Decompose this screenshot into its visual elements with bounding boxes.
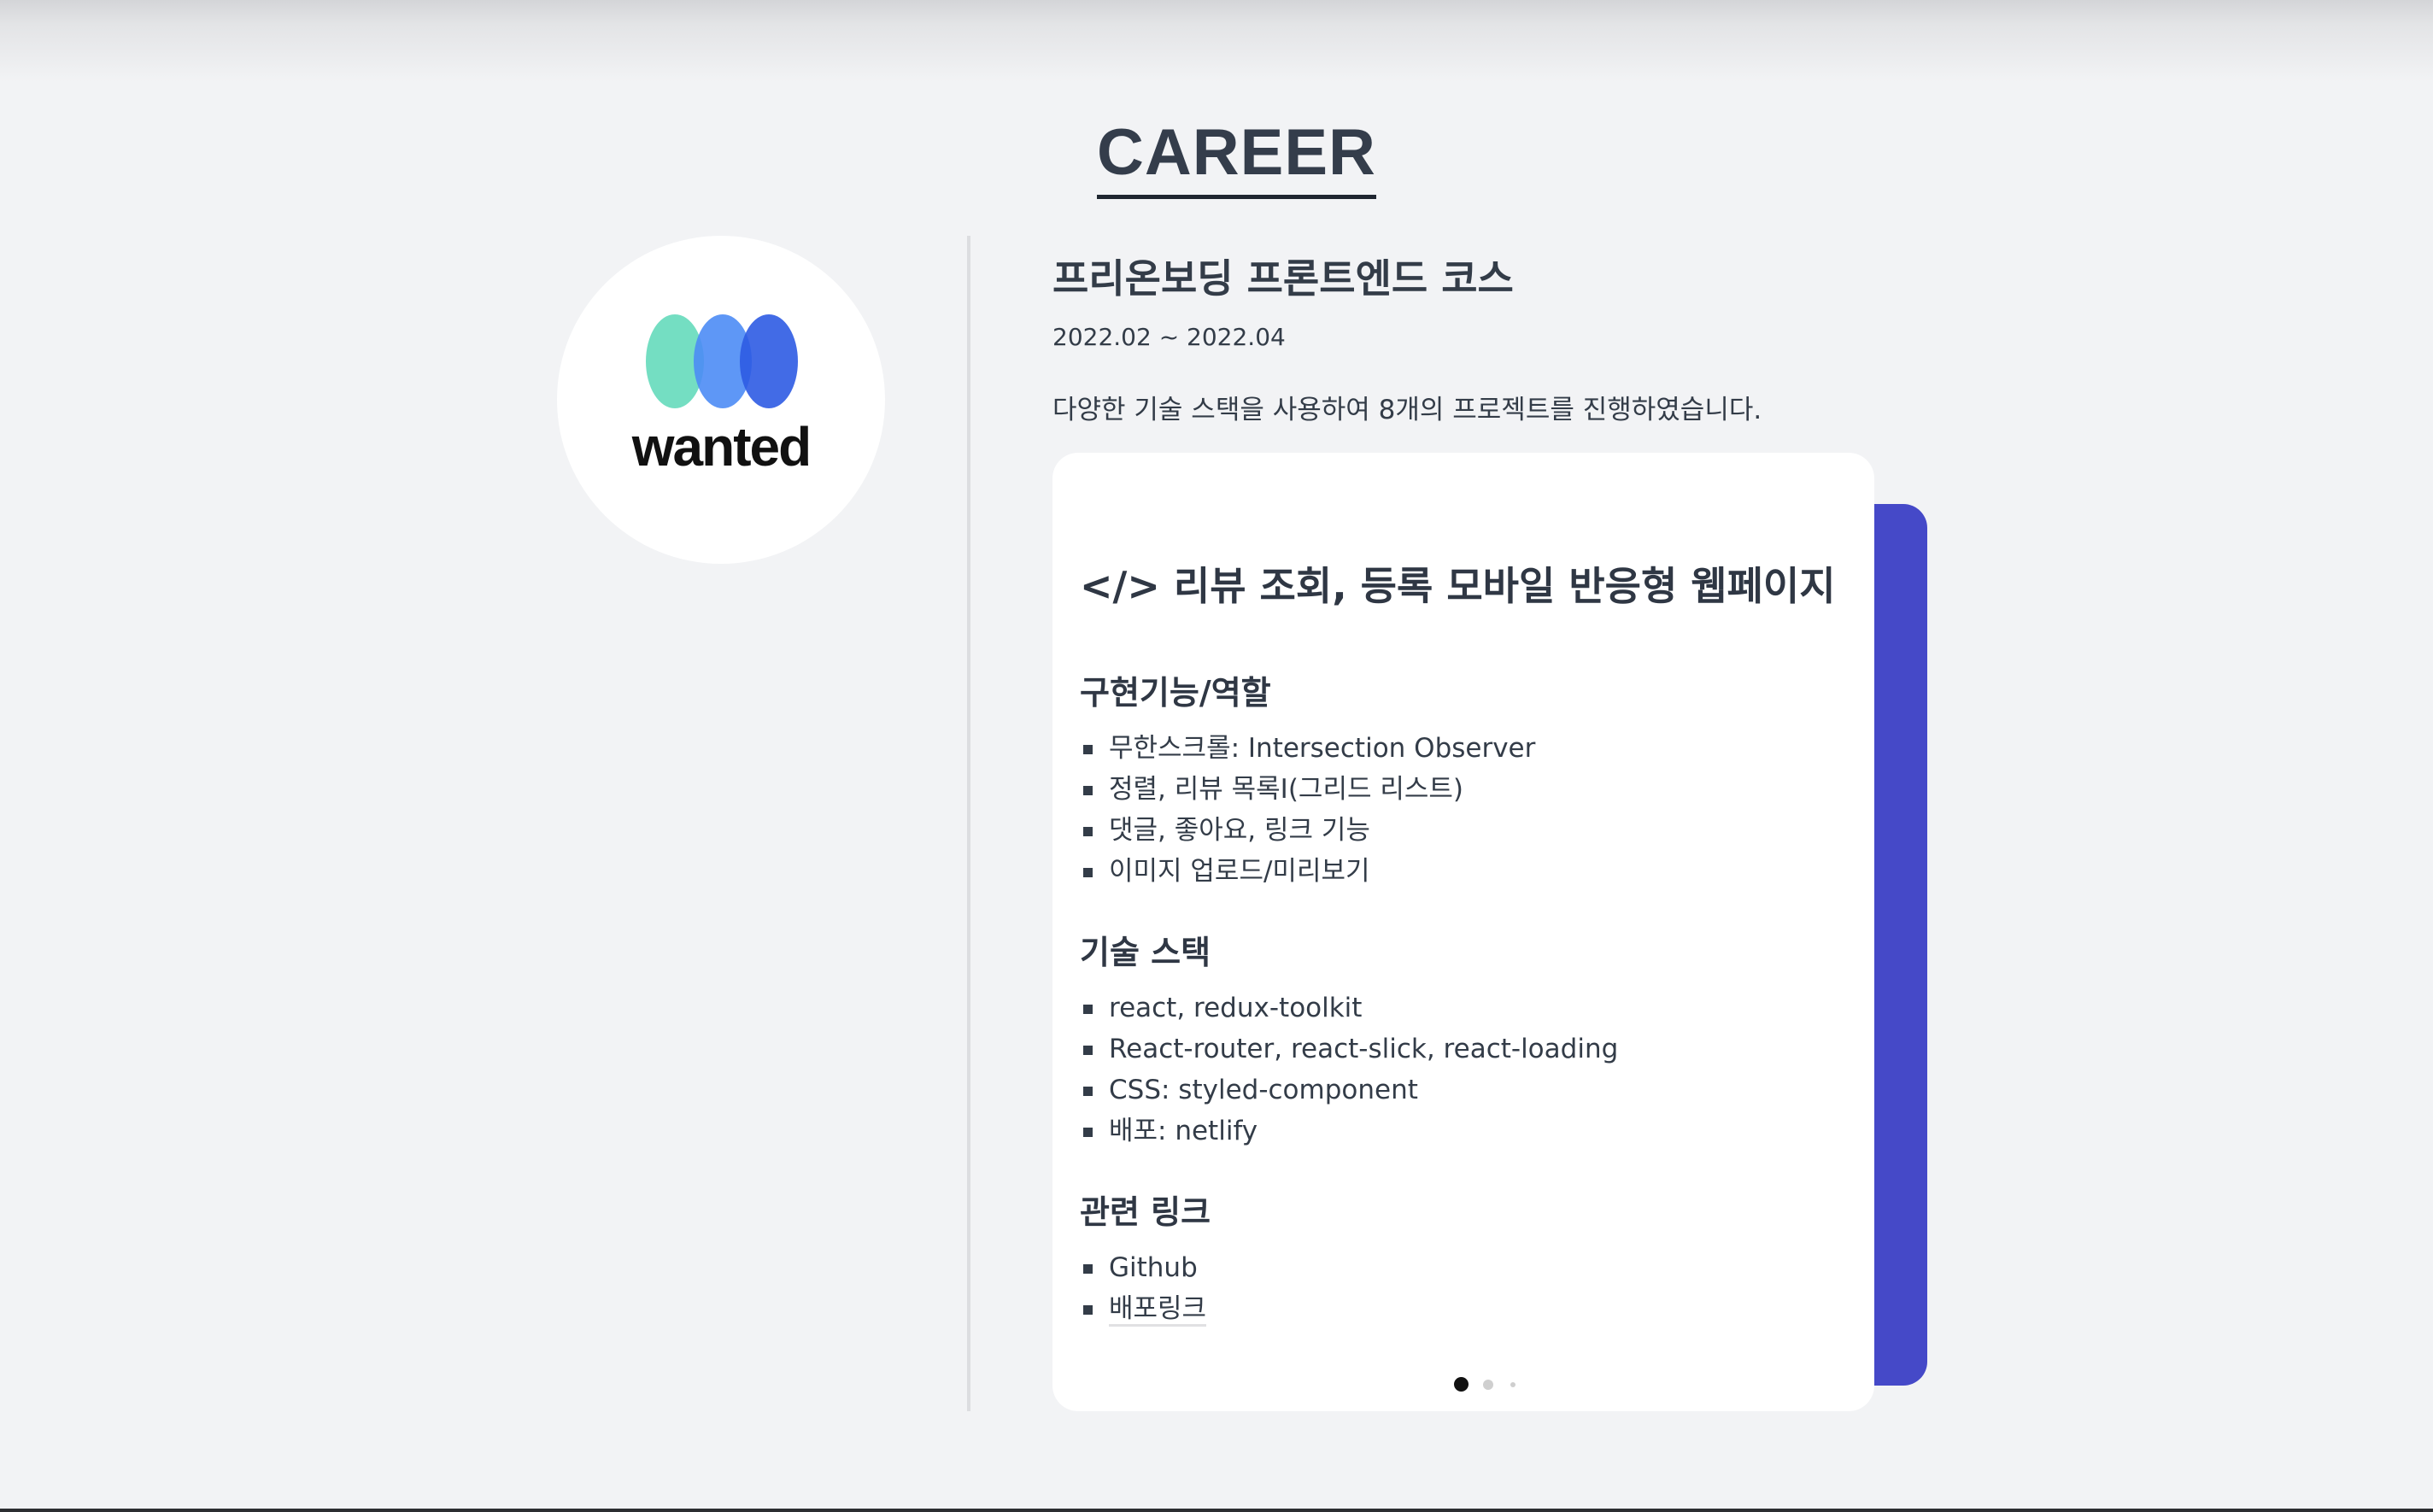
job-title: 프리온보딩 프론트엔드 코스 <box>1052 255 1514 302</box>
stack-title: 기술 스택 <box>1080 934 1211 971</box>
list-item: 정렬, 리뷰 목록I(그리드 리스트) <box>1082 769 1535 810</box>
job-description: 다양한 기술 스택을 사용하여 8개의 프로젝트를 진행하였습니다. <box>1052 395 1762 425</box>
links-title: 관련 링크 <box>1080 1193 1211 1231</box>
carousel-dot-active[interactable] <box>1454 1377 1469 1392</box>
job-period: 2022.02 ~ 2022.04 <box>1052 323 1286 351</box>
company-logo-text: wanted <box>631 416 812 478</box>
company-logo: wanted <box>557 236 885 564</box>
list-item: 댓글, 좋아요, 링크 기능 <box>1082 810 1535 851</box>
carousel-dots <box>1454 1377 1557 1394</box>
wanted-logo-icon <box>646 314 798 408</box>
list-item: 배포링크 <box>1082 1288 1207 1329</box>
features-list: 무한스크롤: Intersection Observer 정렬, 리뷰 목록I(… <box>1082 728 1535 892</box>
bottom-edge <box>0 1509 2433 1512</box>
project-card[interactable]: </> 리뷰 조회, 등록 모바일 반응형 웹페이지 구현기능/역할 무한스크롤… <box>1052 453 1874 1411</box>
carousel-dot[interactable] <box>1483 1380 1493 1390</box>
list-item: CSS: styled-component <box>1082 1070 1618 1111</box>
timeline-divider <box>967 236 970 1411</box>
links-list: Github 배포링크 <box>1082 1247 1207 1329</box>
list-item: 이미지 업로드/미리보기 <box>1082 851 1535 892</box>
list-item: 무한스크롤: Intersection Observer <box>1082 728 1535 769</box>
top-navbar-shadow <box>0 0 2433 82</box>
features-title: 구현기능/역할 <box>1080 674 1271 712</box>
github-link[interactable]: Github <box>1109 1252 1198 1283</box>
stack-list: react, redux-toolkit React-router, react… <box>1082 987 1618 1152</box>
deploy-link[interactable]: 배포링크 <box>1109 1293 1207 1327</box>
list-item: React-router, react-slick, react-loading <box>1082 1029 1618 1070</box>
list-item: react, redux-toolkit <box>1082 987 1618 1029</box>
section-title: CAREER <box>1097 116 1376 199</box>
list-item: 배포: netlify <box>1082 1111 1618 1152</box>
list-item: Github <box>1082 1247 1206 1288</box>
project-heading: </> 리뷰 조회, 등록 모바일 반응형 웹페이지 <box>1080 563 1836 609</box>
carousel-dot[interactable] <box>1510 1382 1515 1387</box>
